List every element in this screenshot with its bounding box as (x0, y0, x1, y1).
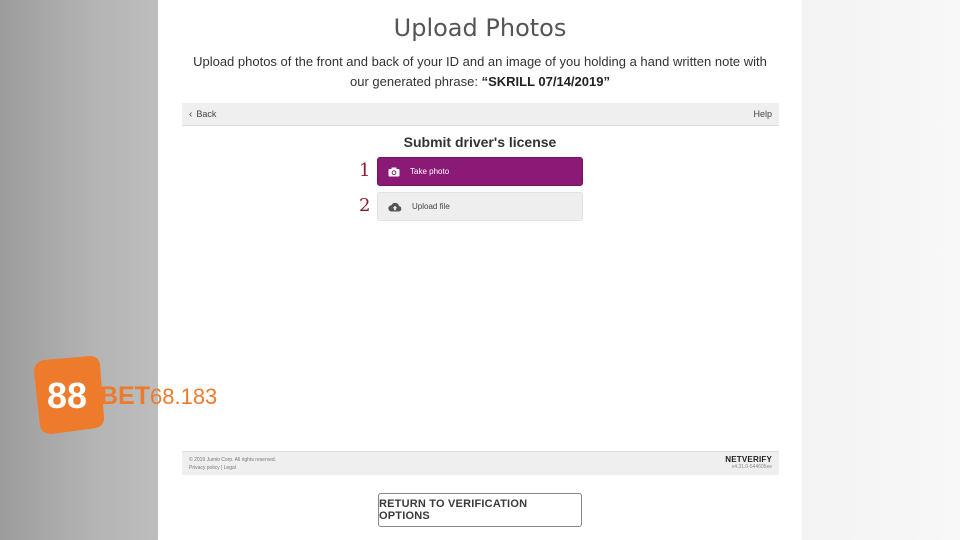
watermark-brand: BET (100, 382, 150, 410)
footer-legal: © 2019 Jumio Corp. All rights reserved. … (189, 456, 276, 472)
chevron-left-icon: ‹ (189, 108, 193, 120)
instructions-prefix: Upload photos of the front and back of y… (193, 54, 767, 89)
step-number-1: 1 (359, 160, 371, 181)
watermark-text: BET68.183 (100, 382, 217, 411)
take-photo-button[interactable]: Take photo (377, 157, 583, 186)
section-title: Submit driver's license (403, 134, 557, 150)
footer-bar: © 2019 Jumio Corp. All rights reserved. … (182, 451, 779, 475)
copyright-text: © 2019 Jumio Corp. All rights reserved. (189, 457, 277, 463)
back-link[interactable]: ‹ Back (189, 109, 216, 119)
verification-page: Upload Photos Upload photos of the front… (158, 0, 802, 540)
watermark-badge-icon: 88 (34, 356, 104, 434)
cloud-upload-icon (388, 202, 402, 212)
version-text: v4.31.0-544605ee (731, 464, 772, 470)
upload-file-label: Upload file (412, 202, 450, 211)
navigation-bar: ‹ Back Help (182, 103, 779, 126)
take-photo-label: Take photo (410, 167, 450, 176)
help-link[interactable]: Help (753, 109, 772, 119)
instructions-text: Upload photos of the front and back of y… (188, 52, 772, 92)
watermark-logo: 88 BET68.183 (34, 356, 224, 436)
step-number-2: 2 (359, 195, 371, 216)
upload-file-button[interactable]: Upload file (377, 192, 583, 221)
page-title: Upload Photos (393, 14, 567, 42)
back-label: Back (196, 109, 217, 119)
footer-links[interactable]: Privacy policy | Legal (189, 464, 276, 472)
watermark-badge-text: 88 (47, 375, 87, 416)
watermark-suffix: 68.183 (150, 384, 218, 409)
camera-icon (388, 167, 400, 177)
netverify-brand: NETVERIFY (725, 455, 772, 464)
generated-phrase: “SKRILL 07/14/2019” (481, 74, 610, 89)
right-background-band (802, 0, 960, 540)
left-background-band (0, 0, 158, 540)
footer-brand-block: NETVERIFY v4.31.0-544605ee (725, 455, 772, 470)
return-to-verification-options-button[interactable]: RETURN TO VERIFICATION OPTIONS (378, 493, 582, 527)
